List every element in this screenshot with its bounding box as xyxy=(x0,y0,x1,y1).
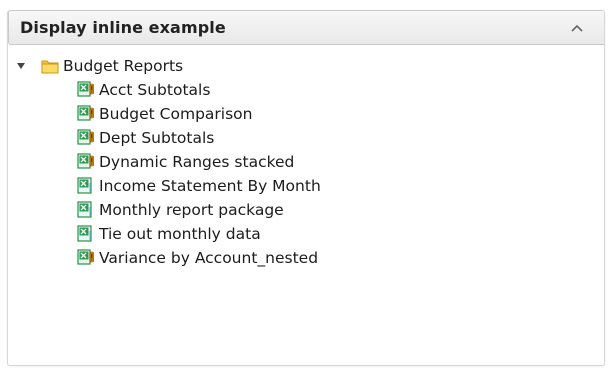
excel-file-icon xyxy=(76,176,96,196)
tree-item-label: Acct Subtotals xyxy=(99,81,211,99)
chevron-up-icon[interactable] xyxy=(569,21,585,35)
tree-item-label: Tie out monthly data xyxy=(99,225,261,243)
tree-item-label: Dynamic Ranges stacked xyxy=(99,153,295,171)
excel-file-icon xyxy=(76,200,96,220)
excel-file-icon xyxy=(76,224,96,244)
tree-folder-budget-reports[interactable]: Budget Reports xyxy=(8,54,604,78)
expand-triangle-icon[interactable] xyxy=(14,59,28,73)
excel-warning-icon xyxy=(76,152,96,172)
excel-warning-icon xyxy=(76,80,96,100)
report-tree: Budget Reports Acct Subtotals Budget Com… xyxy=(8,54,604,270)
tree-item[interactable]: Dynamic Ranges stacked xyxy=(8,150,604,174)
tree-item-label: Variance by Account_nested xyxy=(99,249,319,267)
tree-folder-label: Budget Reports xyxy=(63,57,184,75)
excel-warning-icon xyxy=(76,104,96,124)
folder-icon xyxy=(40,56,60,76)
excel-warning-icon xyxy=(76,128,96,148)
tree-item[interactable]: Variance by Account_nested xyxy=(8,246,604,270)
report-panel: Display inline example Budget Reports Ac… xyxy=(7,10,605,366)
tree-item-label: Monthly report package xyxy=(99,201,284,219)
panel-header[interactable]: Display inline example xyxy=(8,10,604,45)
tree-item[interactable]: Acct Subtotals xyxy=(8,78,604,102)
tree-item-label: Budget Comparison xyxy=(99,105,253,123)
tree-item-label: Dept Subtotals xyxy=(99,129,215,147)
tree-item[interactable]: Monthly report package xyxy=(8,198,604,222)
tree-item[interactable]: Tie out monthly data xyxy=(8,222,604,246)
tree-item[interactable]: Dept Subtotals xyxy=(8,126,604,150)
tree-item-label: Income Statement By Month xyxy=(99,177,321,195)
tree-item[interactable]: Budget Comparison xyxy=(8,102,604,126)
excel-warning-icon xyxy=(76,248,96,268)
panel-title: Display inline example xyxy=(20,18,226,37)
tree-item[interactable]: Income Statement By Month xyxy=(8,174,604,198)
